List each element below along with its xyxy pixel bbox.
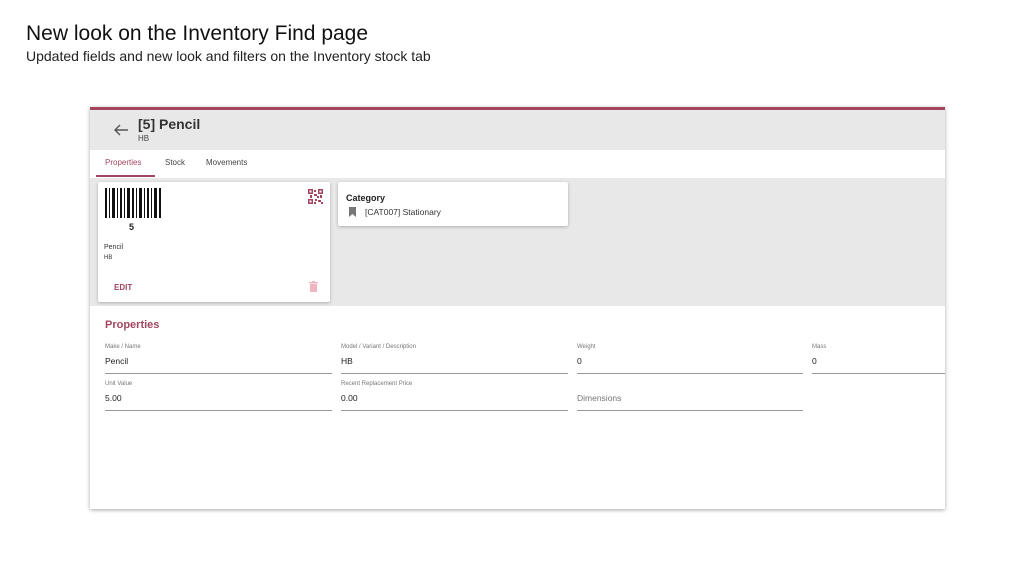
category-title: Category: [346, 193, 386, 203]
tab-bar: Properties Stock Movements: [90, 150, 945, 178]
mass-field[interactable]: Mass 0: [812, 344, 945, 374]
item-variant: HB: [104, 255, 113, 261]
tab-movements[interactable]: Movements: [206, 158, 247, 167]
barcode-icon: [105, 188, 161, 218]
item-name: Pencil: [104, 244, 124, 251]
slide-title: New look on the Inventory Find page: [26, 22, 369, 45]
field-value: HB: [341, 356, 353, 366]
qr-code-icon[interactable]: [308, 189, 323, 204]
item-title: [5] Pencil: [138, 116, 201, 132]
field-value: 0.00: [341, 393, 358, 403]
field-label: Mass: [812, 344, 827, 350]
weight-field[interactable]: Weight 0: [577, 344, 803, 374]
trash-icon[interactable]: [309, 281, 318, 292]
field-label: Unit Value: [105, 381, 133, 387]
field-placeholder: Dimensions: [577, 393, 622, 403]
field-value: 0: [812, 356, 817, 366]
tab-properties[interactable]: Properties: [105, 158, 141, 167]
make-name-field[interactable]: Make / Name Pencil: [105, 344, 332, 374]
field-label: Make / Name: [105, 344, 141, 350]
field-label: Recent Replacement Price: [341, 381, 413, 387]
summary-area: 5 Pencil HB EDIT Category [CAT007] Stati…: [90, 178, 945, 306]
category-card: Category [CAT007] Stationary: [338, 182, 568, 226]
field-value: Pencil: [105, 356, 129, 366]
field-label: Weight: [577, 344, 596, 350]
active-tab-indicator: [96, 175, 155, 177]
field-value: 5.00: [105, 393, 122, 403]
category-value: [CAT007] Stationary: [365, 207, 441, 217]
edit-button[interactable]: EDIT: [114, 283, 132, 292]
dimensions-field[interactable]: Dimensions: [577, 381, 803, 411]
bookmark-icon: [349, 207, 356, 217]
field-value: 0: [577, 356, 582, 366]
arrow-left-icon[interactable]: [113, 123, 129, 137]
inventory-item-panel: [5] Pencil HB Properties Stock Movements: [90, 107, 945, 509]
slide-subtitle: Updated fields and new look and filters …: [26, 48, 431, 64]
barcode-number: 5: [129, 222, 135, 232]
replacement-price-field[interactable]: Recent Replacement Price 0.00: [341, 381, 568, 411]
unit-value-field[interactable]: Unit Value 5.00: [105, 381, 332, 411]
item-header: [5] Pencil HB: [90, 110, 945, 150]
properties-section-title: Properties: [105, 319, 160, 331]
model-variant-field[interactable]: Model / Variant / Description HB: [341, 344, 568, 374]
item-card: 5 Pencil HB EDIT: [98, 182, 330, 302]
item-subtitle: HB: [138, 134, 150, 143]
tab-stock[interactable]: Stock: [165, 158, 185, 167]
field-label: Model / Variant / Description: [341, 344, 416, 350]
